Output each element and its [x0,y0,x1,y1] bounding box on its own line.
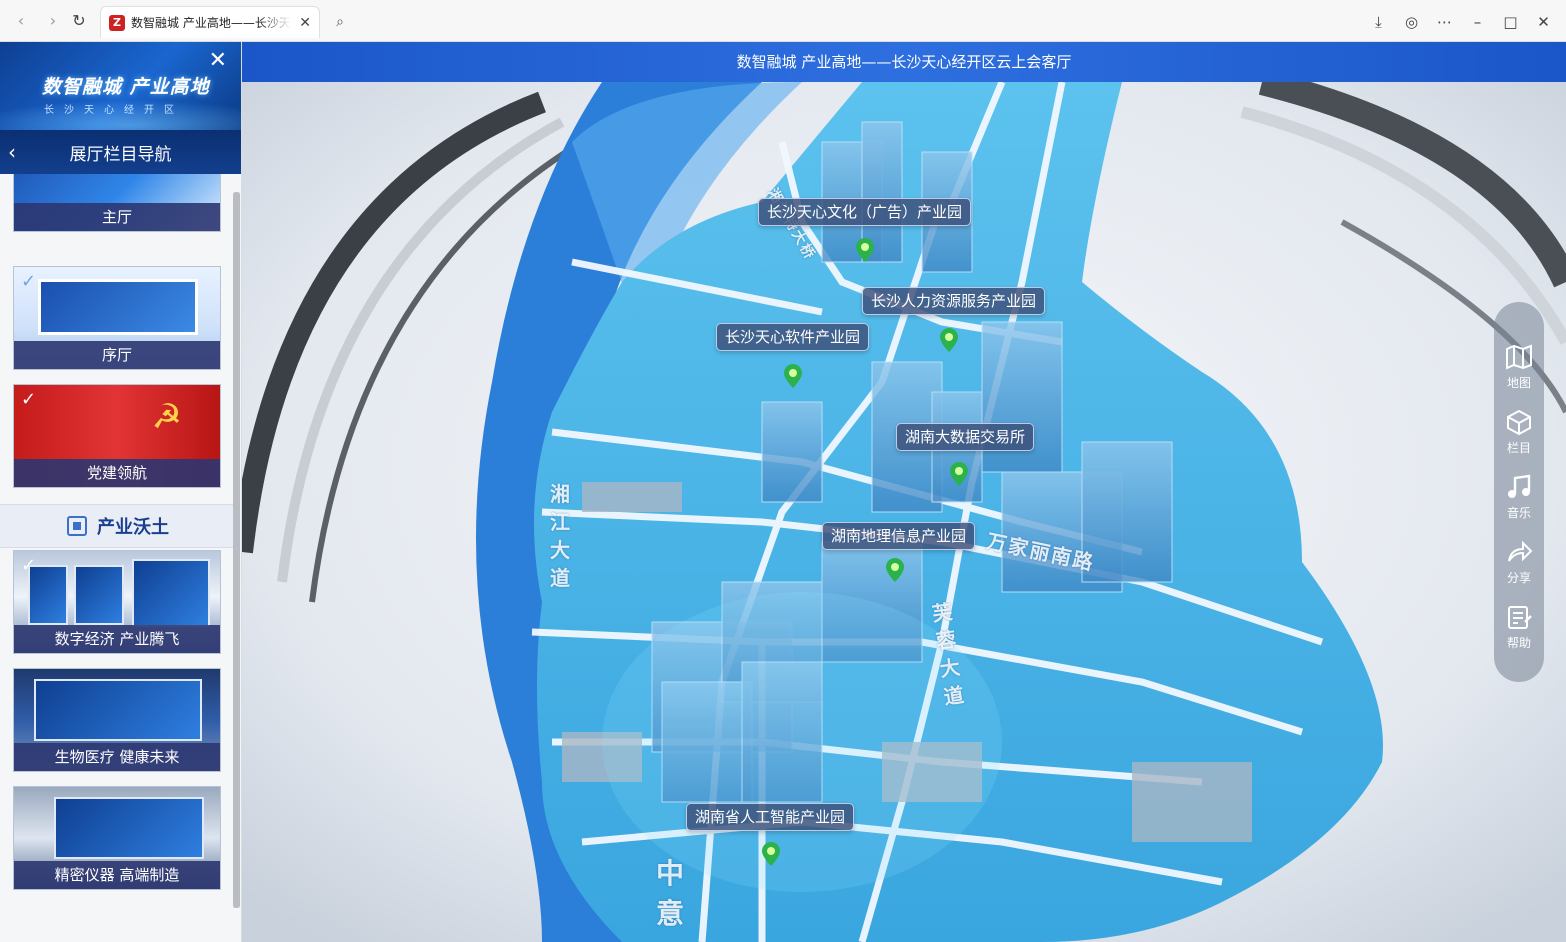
help-label: 帮助 [1506,636,1531,650]
download-icon[interactable]: ⤓ [1362,8,1395,36]
hall-item-main[interactable]: 主厅 [13,174,221,232]
viewer: 数智融城 产业高地——长沙天心经开区云上会客厅 湘江大道 万家丽南路 芙蓉大道 … [242,42,1566,942]
map-label: 地图 [1506,376,1531,390]
globe-icon[interactable]: ◎ [1395,8,1428,36]
marker-label[interactable]: 湖南大数据交易所 [896,423,1035,451]
hall-thumbnail [54,797,204,859]
hall-item-label: 数字经济 产业腾飞 [14,625,220,653]
check-icon: ✓ [21,555,37,576]
close-window-icon[interactable]: ✕ [1527,8,1560,36]
close-icon[interactable]: ✕ [209,50,227,72]
more-icon[interactable]: ⋯ [1428,8,1461,36]
map-icon [1506,344,1532,370]
hall-thumbnail [74,565,124,625]
window-controls: ⤓ ◎ ⋯ – □ ✕ [1362,8,1560,36]
marker-label[interactable]: 湖南省人工智能产业园 [686,803,855,831]
favicon-icon: Z [109,14,125,31]
hall-item-instrument[interactable]: 精密仪器 高端制造 [13,786,221,890]
tab-close-icon[interactable]: ✕ [299,15,311,31]
hall-item-label: 序厅 [14,341,220,369]
right-toolbar: 地图 栏目 音乐 分享 帮助 [1494,302,1544,682]
forward-icon[interactable]: › [42,10,64,32]
section-header: 产业沃土 [0,504,236,548]
location-pin-icon[interactable] [762,842,780,866]
music-icon [1508,474,1531,498]
marker-label[interactable]: 湖南地理信息产业园 [822,522,976,550]
column-button[interactable]: 栏目 [1494,409,1544,474]
hall-item-label: 党建领航 [14,459,220,487]
chip-icon [67,516,87,536]
hall-item-label: 生物医疗 健康未来 [14,743,220,771]
minimize-icon[interactable]: – [1461,8,1494,36]
marker-label[interactable]: 长沙天心文化（广告）产业园 [758,198,972,226]
location-pin-icon[interactable] [886,558,904,582]
music-button[interactable]: 音乐 [1494,474,1544,539]
nav-header: ‹ 展厅栏目导航 [0,130,241,174]
location-pin-icon[interactable] [950,462,968,486]
browser-chrome: ‹ › ↻ Z 数智融城 产业高地——长沙天 ✕ ⌕ ⤓ ◎ ⋯ – □ ✕ [0,0,1566,42]
hall-thumbnail [132,559,210,627]
back-icon[interactable]: ‹ [10,10,32,32]
column-label: 栏目 [1506,441,1531,455]
hall-item-label: 精密仪器 高端制造 [14,861,220,889]
location-pin-icon[interactable] [856,238,874,262]
marker-label[interactable]: 长沙人力资源服务产业园 [862,287,1046,315]
cube-icon [1507,409,1531,435]
hall-item-preface[interactable]: ✓ 序厅 [13,266,221,370]
section-title: 产业沃土 [97,517,169,538]
tab-title: 数智融城 产业高地——长沙天 [131,16,291,30]
check-icon: ✓ [21,271,37,292]
nav-title: 展厅栏目导航 [69,144,172,165]
street-label-xiangjiang: 湘江大道 [550,482,572,590]
party-emblem-icon: ☭ [151,397,182,437]
location-pin-icon[interactable] [940,328,958,352]
help-button[interactable]: 帮助 [1494,604,1544,669]
street-label-zhong: 中意 [656,857,687,930]
hall-thumbnail [34,679,202,741]
sidebar: 数智融城 产业高地 长沙天心经开区 ✕ ‹ 展厅栏目导航 主厅 ✓ 序厅 ☭ ✓… [0,42,242,942]
location-pin-icon[interactable] [784,364,802,388]
brand-subtitle: 长沙天心经开区 [44,105,184,116]
browser-tab[interactable]: Z 数智融城 产业高地——长沙天 ✕ [100,6,320,38]
hall-item-label: 主厅 [14,203,220,231]
share-button[interactable]: 分享 [1494,539,1544,604]
share-icon [1508,540,1533,562]
sidebar-scrollbar[interactable] [233,192,240,908]
scrollbar-thumb[interactable] [233,192,240,908]
music-label: 音乐 [1506,506,1531,520]
hall-item-bio[interactable]: 生物医疗 健康未来 [13,668,221,772]
reload-icon[interactable]: ↻ [68,10,90,32]
page-title: 数智融城 产业高地——长沙天心经开区云上会客厅 [242,42,1566,82]
marker-label[interactable]: 长沙天心软件产业园 [716,323,870,351]
brand-banner: 数智融城 产业高地 长沙天心经开区 ✕ [0,42,241,130]
hall-item-party[interactable]: ☭ ✓ 党建领航 [13,384,221,488]
search-icon[interactable]: ⌕ [328,10,352,34]
help-icon [1508,606,1532,629]
chevron-left-icon[interactable]: ‹ [8,140,16,164]
brand-title: 数智融城 产业高地 [42,76,210,98]
map-button[interactable]: 地图 [1494,344,1544,409]
maximize-icon[interactable]: □ [1494,8,1527,36]
check-icon: ✓ [21,389,37,410]
hall-thumbnail [38,279,198,335]
hall-item-digital[interactable]: ✓ 数字经济 产业腾飞 [13,550,221,654]
hall-list[interactable]: 主厅 ✓ 序厅 ☭ ✓ 党建领航 产业沃土 ✓ 数字经济 产业腾飞 生物医疗 健… [0,174,236,942]
share-label: 分享 [1506,571,1531,585]
